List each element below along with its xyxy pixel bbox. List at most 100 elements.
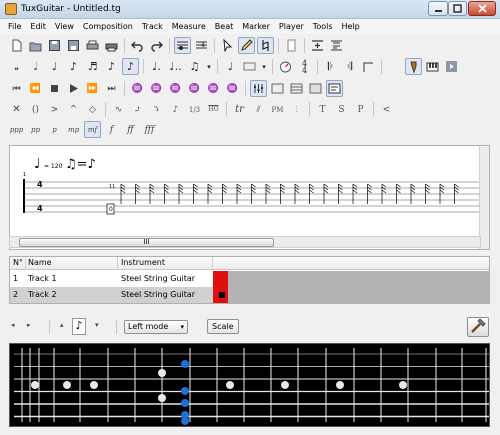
played-note-marker[interactable] (181, 360, 189, 368)
quarter-note-button[interactable]: ♩ (46, 58, 63, 75)
popping-button[interactable]: P (352, 101, 369, 118)
eighth-note-button[interactable]: ♪ (65, 58, 82, 75)
dynamic-effect-2-button[interactable]: ♒ (148, 80, 165, 97)
track-color[interactable] (213, 287, 228, 303)
column-number[interactable]: N° (13, 258, 23, 267)
settings-button[interactable] (467, 317, 489, 337)
matrix-view-button[interactable] (443, 58, 460, 75)
dynamic-effect-1-button[interactable]: ♒ (129, 80, 146, 97)
dynamic-pp-button[interactable]: pp (27, 121, 44, 138)
tremolo-bar-button[interactable]: ⤵ (148, 101, 165, 118)
played-note-marker[interactable] (181, 417, 189, 425)
played-note-marker[interactable] (181, 399, 189, 407)
dead-note-button[interactable]: ✕ (8, 101, 25, 118)
dynamic-mp-button[interactable]: mp (65, 121, 82, 138)
menu-composition[interactable]: Composition (82, 22, 134, 31)
staccato-button[interactable]: ⫶ (288, 101, 305, 118)
track-row-selected[interactable]: 2 Track 2 Steel String Guitar (10, 287, 228, 303)
menu-track[interactable]: Track (141, 22, 164, 31)
accentuated-note-button[interactable]: > (46, 101, 63, 118)
dynamic-effect-3-button[interactable]: ♒ (167, 80, 184, 97)
double-dotted-note-button[interactable]: ♩.. (167, 58, 184, 75)
menu-edit[interactable]: Edit (29, 22, 47, 31)
sixteenth-note-button[interactable]: ♬ (84, 58, 101, 75)
score-horizontal-scrollbar[interactable]: III (9, 236, 481, 248)
dynamic-effect-6-button[interactable]: ♒ (224, 80, 241, 97)
tab-view-button[interactable]: 4 (193, 37, 210, 54)
menu-marker[interactable]: Marker (241, 22, 271, 31)
guitar-view-button[interactable] (405, 58, 422, 75)
key-signature-button[interactable] (241, 58, 258, 75)
column-name[interactable]: Name (28, 258, 52, 267)
minimize-button[interactable] (428, 1, 448, 16)
up-icon[interactable]: ▴ (60, 321, 64, 329)
whole-note-button[interactable]: 𝅝 (8, 58, 25, 75)
next-measure-button[interactable]: ⏩ (84, 80, 101, 97)
menu-measure[interactable]: Measure (171, 22, 207, 31)
vibrato-button[interactable]: ∿ (110, 101, 127, 118)
add-measure-button[interactable] (309, 37, 326, 54)
print-preview-button[interactable] (84, 37, 101, 54)
trill-effect-button[interactable]: tr (231, 101, 248, 118)
track-properties-button[interactable] (326, 80, 343, 97)
save-as-button[interactable] (65, 37, 82, 54)
key-signature-dropdown[interactable]: ▾ (260, 58, 268, 75)
print-button[interactable] (103, 37, 120, 54)
dynamic-ff-button[interactable]: ff (122, 121, 139, 138)
piano-view-button[interactable] (424, 58, 441, 75)
score-view-button[interactable] (174, 37, 191, 54)
menu-tools[interactable]: Tools (312, 22, 334, 31)
menu-help[interactable]: Help (341, 22, 361, 31)
tablature-editor[interactable]: ♩ = 120 ♫=♪ 1 4 4 11 0 (9, 145, 490, 250)
scrollbar-thumb[interactable]: III (19, 238, 274, 247)
menu-view[interactable]: View (54, 22, 75, 31)
heavy-accentuated-note-button[interactable]: ^ (65, 101, 82, 118)
chevron-down-icon[interactable]: ▾ (95, 321, 99, 329)
harmonic-note-button[interactable]: ◇ (84, 101, 101, 118)
new-file-button[interactable] (8, 37, 25, 54)
scale-button[interactable]: Scale (207, 319, 239, 334)
edit-mode-button[interactable] (238, 37, 255, 54)
track-row[interactable]: 1 Track 1 Steel String Guitar (10, 271, 489, 287)
track-color[interactable] (213, 271, 228, 287)
palm-mute-button[interactable]: PM (269, 101, 286, 118)
sixty-fourth-note-button[interactable]: ♪ (122, 58, 139, 75)
open-repeat-button[interactable]: 𝄆 (322, 58, 339, 75)
play-button[interactable] (65, 80, 82, 97)
thirty-second-note-button[interactable]: ♪ (103, 58, 120, 75)
fretboard[interactable] (9, 343, 490, 427)
close-button[interactable] (468, 1, 496, 16)
dynamic-effect-5-button[interactable]: ♒ (205, 80, 222, 97)
stop-button[interactable] (46, 80, 63, 97)
note-duration-button[interactable]: ♪ (72, 318, 86, 335)
redo-button[interactable] (148, 37, 165, 54)
tremolo-picking-button[interactable]: ⫽ (250, 101, 267, 118)
half-note-button[interactable]: 𝅗𝅥 (27, 58, 44, 75)
menu-file[interactable]: File (7, 22, 22, 31)
column-instrument[interactable]: Instrument (121, 258, 165, 267)
maximize-button[interactable] (448, 1, 467, 16)
alternative-ending-button[interactable] (360, 58, 377, 75)
division-type-dropdown[interactable]: ▾ (205, 58, 213, 75)
fretboard-toggle-button[interactable] (288, 80, 305, 97)
tempo-button[interactable] (277, 58, 294, 75)
undo-button[interactable] (129, 37, 146, 54)
dynamic-ppp-button[interactable]: ppp (8, 121, 25, 138)
menu-player[interactable]: Player (278, 22, 305, 31)
score-vertical-scrollbar[interactable] (479, 146, 489, 249)
trill-button[interactable]: 1/3 (186, 101, 203, 118)
hand-mode-select[interactable]: Left mode ▾ (124, 320, 188, 334)
dotted-note-button[interactable]: ♩. (148, 58, 165, 75)
mix-button[interactable] (250, 80, 267, 97)
last-measure-button[interactable]: ⏭ (103, 80, 120, 97)
save-button[interactable] (46, 37, 63, 54)
slapping-button[interactable]: S (333, 101, 350, 118)
previous-icon[interactable]: ◂ (11, 321, 15, 329)
menu-beat[interactable]: Beat (214, 22, 234, 31)
grace-note-button[interactable]: ♪ (167, 101, 184, 118)
select-mode-button[interactable] (219, 37, 236, 54)
open-file-button[interactable] (27, 37, 44, 54)
tie-note-button[interactable]: ♩ (222, 58, 239, 75)
bend-button[interactable]: ⤴ (129, 101, 146, 118)
chord-button[interactable] (283, 37, 300, 54)
